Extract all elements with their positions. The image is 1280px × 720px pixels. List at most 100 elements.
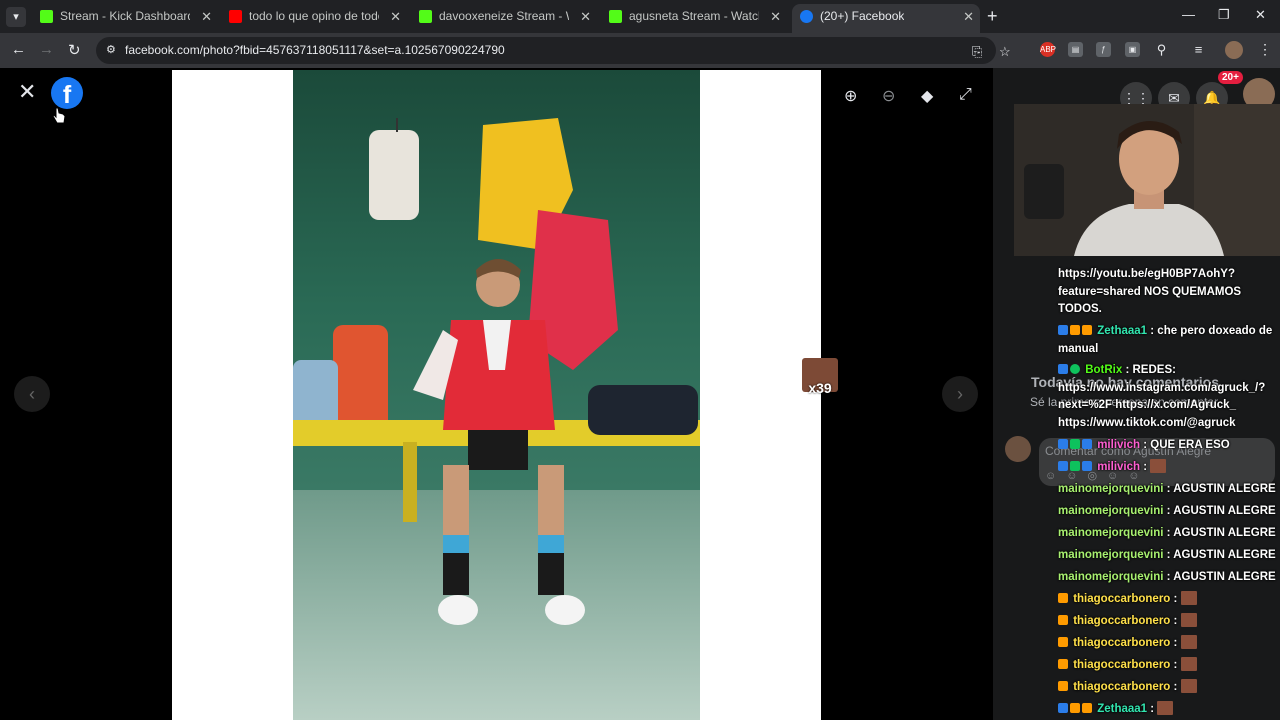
photo-viewer: ✕ f ‹ › ⊕ ⊖ ◆ ⤢ x39 — [0, 68, 993, 720]
close-tab-icon[interactable]: ✕ — [201, 4, 212, 29]
badge-icon — [1082, 461, 1092, 471]
install-app-icon[interactable]: ⎘ — [972, 44, 982, 60]
tab-kick-dashboard[interactable]: Stream - Kick Dashboard ✕ — [32, 4, 218, 33]
chat-separator: : — [1147, 325, 1158, 337]
new-tab-plus-icon[interactable]: + — [987, 6, 998, 27]
tag-icon[interactable]: ◆ — [921, 86, 933, 106]
url-text[interactable]: facebook.com/photo?fbid=457637118051117&… — [125, 43, 505, 57]
facebook-logo-icon[interactable]: f — [51, 77, 83, 109]
bookmark-star-icon[interactable]: ☆ — [999, 44, 1011, 60]
chat-username: thiagoccarbonero — [1073, 615, 1171, 627]
restore-icon[interactable]: ❐ — [1218, 7, 1230, 23]
chat-message: thiagoccarbonero : — [1058, 635, 1278, 653]
close-tab-icon[interactable]: ✕ — [390, 4, 401, 29]
chat-separator: : — [1163, 549, 1174, 561]
chat-text: AGUSTIN ALEGRE — [1173, 571, 1276, 583]
back-arrow-icon[interactable]: ← — [11, 41, 26, 58]
chat-username: mainomejorquevini — [1058, 527, 1164, 539]
kick-icon — [419, 10, 432, 23]
chat-message: milivich : QUE ERA ESO — [1058, 437, 1278, 455]
chat-username: mainomejorquevini — [1058, 483, 1164, 495]
close-icon[interactable]: ✕ — [18, 81, 36, 103]
chat-username: thiagoccarbonero — [1073, 593, 1171, 605]
forward-arrow-icon[interactable]: → — [39, 41, 54, 58]
chat-message: mainomejorquevini : AGUSTIN ALEGRE — [1058, 547, 1278, 565]
close-tab-icon[interactable]: ✕ — [963, 4, 974, 29]
next-photo-button[interactable]: › — [942, 376, 978, 412]
address-bar[interactable]: ⚙ facebook.com/photo?fbid=45763711805111… — [96, 37, 1011, 64]
chat-text: AGUSTIN ALEGRE — [1173, 527, 1276, 539]
previous-photo-button[interactable]: ‹ — [14, 376, 50, 412]
chat-message: thiagoccarbonero : — [1058, 657, 1278, 675]
close-window-icon[interactable]: ✕ — [1255, 7, 1266, 23]
zoom-out-icon[interactable]: ⊖ — [882, 86, 895, 106]
tab-davooxeneize[interactable]: davooxeneize Stream - Watch L ✕ — [411, 4, 597, 33]
emote-icon — [1180, 679, 1197, 693]
close-tab-icon[interactable]: ✕ — [770, 4, 781, 29]
chat-message: mainomejorquevini : AGUSTIN ALEGRE — [1058, 503, 1278, 521]
extension-icon[interactable]: ƒ — [1096, 42, 1111, 57]
badge-icon — [1058, 439, 1068, 449]
verified-badge-icon — [1070, 364, 1080, 374]
chat-text: https://youtu.be/egH0BP7AohY?feature=sha… — [1058, 268, 1242, 315]
badge-icon — [1058, 659, 1068, 669]
chat-username: BotRix — [1085, 364, 1123, 376]
fullscreen-icon[interactable]: ⤢ — [959, 86, 972, 104]
chat-separator: : — [1122, 364, 1133, 376]
menu-kebab-icon[interactable]: ⋮ — [1258, 41, 1272, 58]
stream-chat-overlay: https://youtu.be/egH0BP7AohY?feature=sha… — [1054, 266, 1280, 720]
kick-icon — [609, 10, 622, 23]
chat-separator: : — [1170, 637, 1181, 649]
badge-icon — [1058, 593, 1068, 603]
streamer-webcam — [1014, 104, 1280, 256]
tab-search-chevron-icon[interactable]: ▾ — [6, 7, 26, 27]
chat-separator: : — [1170, 681, 1181, 693]
chevron-right-icon: › — [957, 384, 963, 404]
extension-icon[interactable]: ▤ — [1068, 42, 1083, 57]
tab-title: todo lo que opino de todos los — [249, 9, 379, 23]
profile-avatar[interactable] — [1225, 41, 1243, 59]
tab-agusneta[interactable]: agusneta Stream - Watch Live c ✕ — [601, 4, 787, 33]
notification-count-badge: 20+ — [1218, 71, 1243, 84]
chat-separator: : — [1163, 505, 1174, 517]
reload-icon[interactable]: ↻ — [68, 41, 81, 59]
extensions-puzzle-icon[interactable]: ⚲ — [1154, 42, 1169, 57]
badge-icon — [1082, 325, 1092, 335]
zoom-in-icon[interactable]: ⊕ — [844, 86, 857, 106]
badge-icon — [1082, 703, 1092, 713]
badge-icon — [1070, 703, 1080, 713]
tab-youtube[interactable]: todo lo que opino de todos los ✕ — [221, 4, 407, 33]
badge-icon — [1058, 364, 1068, 374]
chat-text: QUE ERA ESO — [1150, 439, 1230, 451]
close-tab-icon[interactable]: ✕ — [580, 4, 591, 29]
chat-message: thiagoccarbonero : — [1058, 679, 1278, 697]
minimize-icon[interactable]: — — [1182, 7, 1195, 22]
chat-separator: : — [1163, 571, 1174, 583]
tab-facebook[interactable]: (20+) Facebook ✕ — [792, 4, 980, 33]
browser-toolbar: ← → ↻ ⚙ facebook.com/photo?fbid=45763711… — [0, 33, 1280, 68]
chat-username: thiagoccarbonero — [1073, 659, 1171, 671]
photo — [293, 70, 700, 720]
chat-separator: : — [1163, 483, 1174, 495]
commenter-avatar — [1005, 436, 1031, 462]
emote-icon — [1180, 591, 1197, 605]
reading-list-icon[interactable]: ≡ — [1191, 42, 1206, 57]
extension-icon[interactable]: ▣ — [1125, 42, 1140, 57]
emote-combo-overlay: x39 — [802, 358, 838, 396]
chat-message: milivich : — [1058, 459, 1278, 477]
badge-icon — [1058, 615, 1068, 625]
chat-username: mainomejorquevini — [1058, 549, 1164, 561]
site-info-icon[interactable]: ⚙ — [106, 43, 116, 56]
chat-message: https://youtu.be/egH0BP7AohY?feature=sha… — [1058, 266, 1278, 319]
chat-separator: : — [1170, 615, 1181, 627]
badge-icon — [1070, 325, 1080, 335]
badge-icon — [1058, 461, 1068, 471]
chat-message: mainomejorquevini : AGUSTIN ALEGRE — [1058, 481, 1278, 499]
adblock-plus-icon[interactable]: ABP — [1040, 42, 1056, 57]
chat-message: mainomejorquevini : AGUSTIN ALEGRE — [1058, 569, 1278, 587]
emote-icon — [1157, 701, 1174, 715]
chat-separator: : — [1170, 593, 1181, 605]
chat-username: thiagoccarbonero — [1073, 681, 1171, 693]
emote-icon — [1180, 613, 1197, 627]
badge-icon — [1070, 439, 1080, 449]
